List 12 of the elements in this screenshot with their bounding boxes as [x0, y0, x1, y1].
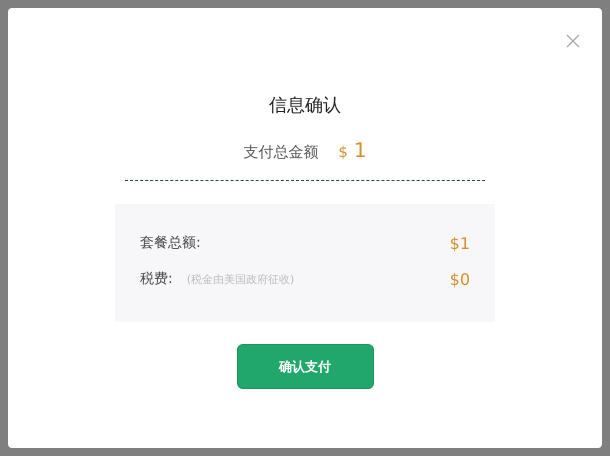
total-amount: 1 — [354, 138, 367, 162]
item-label: 套餐总额: — [140, 234, 201, 252]
close-button[interactable] — [566, 34, 582, 50]
item-amount: $1 — [450, 234, 470, 252]
confirm-button[interactable]: 确认支付 — [236, 344, 374, 389]
total-label: 支付总金额 — [243, 143, 318, 162]
item-amount: $0 — [450, 270, 470, 288]
dialog-title: 信息确认 — [269, 94, 341, 118]
item-label: 税费: — [140, 270, 173, 288]
close-icon — [566, 34, 580, 48]
currency-symbol: $ — [338, 143, 348, 161]
item-note: (税金由美国政府征收) — [186, 272, 294, 286]
